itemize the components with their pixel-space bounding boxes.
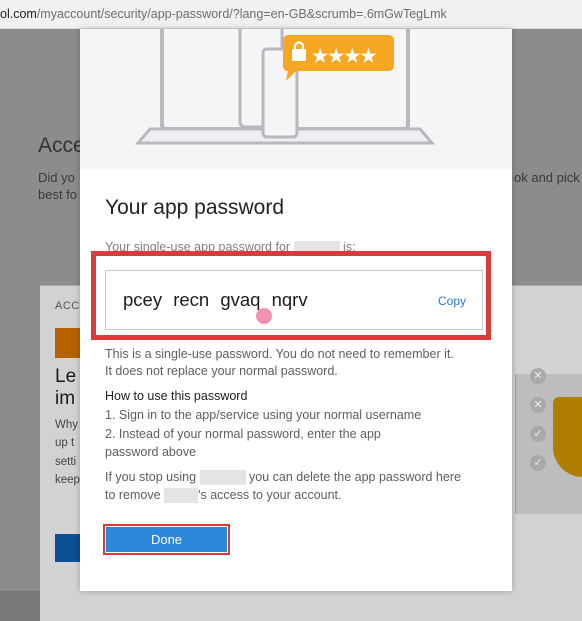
background-card-text: Why bbox=[55, 419, 78, 431]
delete-info-part-2: you can delete the app password here bbox=[249, 470, 461, 484]
delete-info-text: If you stop using you can delete the app… bbox=[105, 470, 461, 486]
background-card-heading-2: im bbox=[55, 388, 76, 409]
instruction-step-2-cont: password above bbox=[105, 445, 197, 459]
browser-address-bar[interactable]: ol.com/myaccount/security/app-password/?… bbox=[0, 0, 582, 29]
check-icon: ✓ bbox=[530, 426, 546, 442]
background-intro-text: Did yo bbox=[38, 170, 75, 185]
app-password-field[interactable]: pcey recn gvaq nqrv Copy bbox=[105, 270, 483, 330]
background-card-text: up t bbox=[55, 437, 75, 449]
url-host: ol.com bbox=[0, 7, 37, 21]
redacted-app-name bbox=[164, 488, 199, 504]
single-use-note-2: It does not replace your normal password… bbox=[105, 364, 338, 378]
laptop-phone-illustration: ★★★★ bbox=[134, 7, 436, 145]
copy-password-button[interactable]: Copy bbox=[438, 294, 466, 308]
dialog-title: Your app password bbox=[105, 196, 285, 219]
delete-info-part: If you stop using bbox=[105, 470, 197, 484]
background-card-label: ACC bbox=[55, 300, 80, 312]
close-icon: ✕ bbox=[530, 368, 546, 384]
remove-access-part-2: 's access to your account. bbox=[198, 488, 342, 502]
app-password-dialog: ★★★★ Your app password Your single-use a… bbox=[80, 7, 512, 591]
done-button[interactable]: Done bbox=[106, 527, 227, 552]
remove-access-text: to remove 's access to your account. bbox=[105, 488, 342, 504]
svg-text:★★★★: ★★★★ bbox=[312, 46, 377, 66]
mouse-cursor-indicator bbox=[256, 308, 272, 324]
background-card-text: keep bbox=[55, 474, 80, 486]
dialog-illustration: ★★★★ bbox=[80, 7, 512, 169]
app-password-value[interactable]: pcey recn gvaq nqrv bbox=[123, 289, 308, 311]
background-card-heading: Le bbox=[55, 366, 77, 387]
background-intro-text-right: ok and pick s bbox=[514, 170, 582, 185]
background-page-title: Acce bbox=[38, 134, 85, 157]
url-path: /myaccount/security/app-password/?lang=e… bbox=[36, 7, 447, 21]
instruction-step-2: 2. Instead of your normal password, ente… bbox=[105, 427, 381, 441]
instruction-step-1: 1. Sign in to the app/service using your… bbox=[105, 408, 422, 422]
check-icon: ✓ bbox=[530, 455, 546, 471]
url-text[interactable]: ol.com/myaccount/security/app-password/?… bbox=[0, 7, 447, 21]
redacted-app-name bbox=[199, 470, 246, 486]
single-use-note: This is a single-use password. You do no… bbox=[105, 347, 454, 361]
background-intro-text-2: best fo bbox=[38, 187, 78, 202]
close-icon: ✕ bbox=[530, 397, 546, 413]
how-to-use-heading: How to use this password bbox=[105, 389, 248, 403]
remove-access-part: to remove bbox=[105, 488, 161, 502]
background-card-text: setti bbox=[55, 456, 77, 468]
